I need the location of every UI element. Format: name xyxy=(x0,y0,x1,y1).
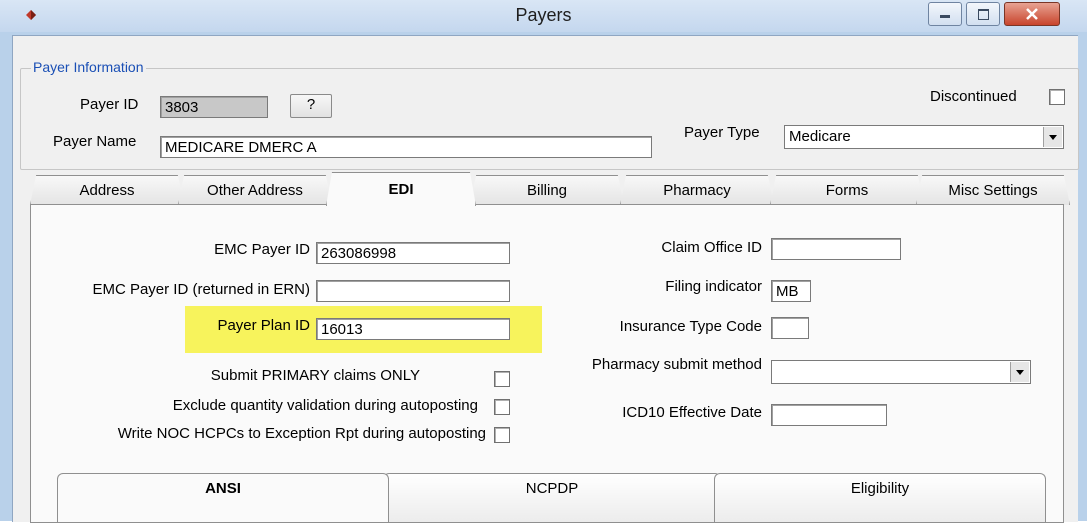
insurance-type-label: Insurance Type Code xyxy=(619,318,762,335)
minimize-button[interactable] xyxy=(928,2,962,26)
payer-type-label: Payer Type xyxy=(684,124,760,141)
tab-misc-settings[interactable]: Misc Settings xyxy=(916,175,1070,205)
payer-id-label: Payer ID xyxy=(80,96,139,113)
subtab-eligibility[interactable]: Eligibility xyxy=(714,473,1046,522)
emc-payer-id-label: EMC Payer ID xyxy=(214,241,310,258)
close-icon xyxy=(1026,8,1038,20)
payer-plan-id-field[interactable]: 16013 xyxy=(316,318,510,340)
payers-window: Payers Payer Information Payer ID 3803 ?… xyxy=(0,0,1087,523)
filing-indicator-field[interactable]: MB xyxy=(771,280,811,302)
write-noc-label: Write NOC HCPCs to Exception Rpt during … xyxy=(117,425,486,442)
insurance-type-field[interactable] xyxy=(771,317,809,339)
tab-edi[interactable]: EDI xyxy=(326,172,476,206)
tab-address[interactable]: Address xyxy=(30,175,184,205)
write-noc-checkbox[interactable] xyxy=(494,427,510,443)
filing-indicator-label: Filing indicator xyxy=(665,278,762,295)
payer-name-label: Payer Name xyxy=(53,133,137,150)
submit-primary-label: Submit PRIMARY claims ONLY xyxy=(210,367,420,384)
subtab-ncpdp[interactable]: NCPDP xyxy=(383,473,721,522)
exclude-qty-label: Exclude quantity validation during autop… xyxy=(172,397,478,414)
tab-billing[interactable]: Billing xyxy=(470,175,624,205)
payer-name-field[interactable]: MEDICARE DMERC A xyxy=(160,136,652,158)
submit-primary-checkbox[interactable] xyxy=(494,371,510,387)
window-title: Payers xyxy=(515,5,572,25)
subtab-ansi[interactable]: ANSI xyxy=(57,473,389,522)
title-bar[interactable]: Payers xyxy=(0,0,1087,32)
payer-type-value: Medicare xyxy=(789,128,851,145)
emc-payer-id-ern-field[interactable] xyxy=(316,280,510,302)
maximize-button[interactable] xyxy=(966,2,1000,26)
pharmacy-submit-select[interactable] xyxy=(771,360,1031,384)
discontinued-label: Discontinued xyxy=(930,88,1017,105)
payer-information-label: Payer Information xyxy=(31,59,146,75)
minimize-icon xyxy=(940,15,950,18)
exclude-qty-checkbox[interactable] xyxy=(494,399,510,415)
icd10-label: ICD10 Effective Date xyxy=(622,404,762,421)
main-tabstrip: Address Other Address EDI Billing Pharma… xyxy=(30,172,1070,206)
payer-plan-id-label: Payer Plan ID xyxy=(217,317,310,334)
chevron-down-icon[interactable] xyxy=(1043,127,1062,147)
pharmacy-submit-label: Pharmacy submit method xyxy=(591,356,762,373)
icd10-field[interactable] xyxy=(771,404,887,426)
payer-id-field[interactable]: 3803 xyxy=(160,96,268,118)
tab-other-address[interactable]: Other Address xyxy=(178,175,332,205)
tab-pharmacy[interactable]: Pharmacy xyxy=(620,175,774,205)
claim-office-id-field[interactable] xyxy=(771,238,901,260)
chevron-down-icon[interactable] xyxy=(1010,362,1029,382)
payer-id-lookup-button[interactable]: ? xyxy=(290,94,332,118)
discontinued-checkbox[interactable] xyxy=(1049,89,1065,105)
maximize-icon xyxy=(978,9,989,20)
emc-payer-id-ern-label: EMC Payer ID (returned in ERN) xyxy=(92,281,310,298)
claim-office-id-label: Claim Office ID xyxy=(661,239,762,256)
tab-forms[interactable]: Forms xyxy=(770,175,924,205)
emc-payer-id-field[interactable]: 263086998 xyxy=(316,242,510,264)
payer-type-select[interactable]: Medicare xyxy=(784,125,1064,149)
close-button[interactable] xyxy=(1004,2,1060,26)
